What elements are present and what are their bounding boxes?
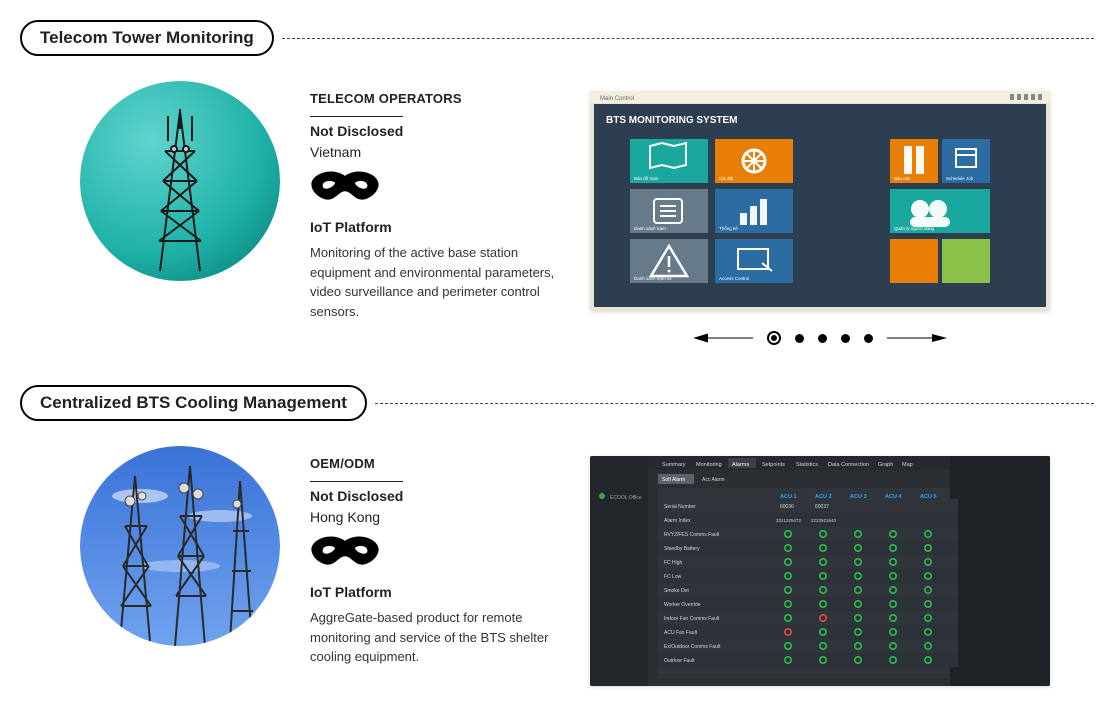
text-col-1: TELECOM OPERATORS Not Disclosed Vietnam … <box>310 81 560 321</box>
shot1-title: BTS MONITORING SYSTEM <box>606 115 738 126</box>
svg-text:ACU Fan Fault: ACU Fan Fault <box>664 630 698 636</box>
screenshot-1[interactable]: Main Control BTS MONITORING SYSTEM <box>590 91 1050 311</box>
svg-text:Summary: Summary <box>662 462 686 468</box>
platform-title-2: IoT Platform <box>310 584 560 600</box>
arrow-right-icon <box>887 333 947 343</box>
svg-text:60037: 60037 <box>815 504 829 510</box>
svg-text:Data Connection: Data Connection <box>828 462 869 468</box>
svg-text:Map: Map <box>902 462 913 468</box>
svg-text:Cài đặt: Cài đặt <box>719 176 734 181</box>
carousel-dot-4[interactable] <box>841 334 850 343</box>
svg-text:FC Low: FC Low <box>664 574 682 580</box>
svg-text:Indoor Fan Comms Fault: Indoor Fan Comms Fault <box>664 616 720 622</box>
section-header-2: Centralized BTS Cooling Management <box>20 385 1094 421</box>
section-title-1: Telecom Tower Monitoring <box>20 20 274 56</box>
description-2: AggreGate-based product for remote monit… <box>310 608 560 667</box>
carousel-dot-1[interactable] <box>767 331 781 345</box>
mask-icon-2 <box>310 535 560 572</box>
case-row-2: OEM/ODM Not Disclosed Hong Kong IoT Plat… <box>20 446 1094 716</box>
case-row-1: TELECOM OPERATORS Not Disclosed Vietnam … <box>20 81 1094 375</box>
svg-text:Access Control: Access Control <box>719 276 749 281</box>
svg-text:Bản đồ trạm: Bản đồ trạm <box>634 176 659 181</box>
section-title-2: Centralized BTS Cooling Management <box>20 385 367 421</box>
platform-title-1: IoT Platform <box>310 219 560 235</box>
svg-text:3221225472: 3221225472 <box>776 518 802 523</box>
client-name-2: Not Disclosed <box>310 481 403 504</box>
svg-text:Acc Alarm: Acc Alarm <box>702 477 725 483</box>
client-name-1: Not Disclosed <box>310 116 403 139</box>
carousel-dot-2[interactable] <box>795 334 804 343</box>
svg-text:Worker Override: Worker Override <box>664 602 701 608</box>
screenshot-2[interactable]: ECOOL Office Summary Monitoring Alarms S… <box>590 456 1050 686</box>
client-country-2: Hong Kong <box>310 509 560 525</box>
svg-text:Soft Alarm: Soft Alarm <box>662 477 685 483</box>
category-1: TELECOM OPERATORS <box>310 91 560 106</box>
svg-text:Monitoring: Monitoring <box>696 462 722 468</box>
description-1: Monitoring of the active base station eq… <box>310 243 560 321</box>
client-country-1: Vietnam <box>310 144 560 160</box>
svg-text:Alarms: Alarms <box>732 462 749 468</box>
svg-text:2223521640: 2223521640 <box>811 518 837 523</box>
svg-text:Statistics: Statistics <box>796 462 818 468</box>
svg-text:Thống kê: Thống kê <box>719 226 738 231</box>
svg-text:Outdoor Fault: Outdoor Fault <box>664 658 695 664</box>
svg-text:FC High: FC High <box>664 560 683 566</box>
svg-text:Standby Battery: Standby Battery <box>664 546 700 552</box>
arrow-left-icon <box>693 333 753 343</box>
mask-icon-1 <box>310 170 560 207</box>
svg-text:60036: 60036 <box>780 504 794 510</box>
carousel-dot-3[interactable] <box>818 334 827 343</box>
svg-text:Graph: Graph <box>878 462 893 468</box>
category-2: OEM/ODM <box>310 456 560 471</box>
carousel-1 <box>590 331 1050 345</box>
svg-text:ECOOL Office: ECOOL Office <box>610 495 642 501</box>
svg-text:Smoke Det: Smoke Det <box>664 588 689 594</box>
text-col-2: OEM/ODM Not Disclosed Hong Kong IoT Plat… <box>310 446 560 667</box>
svg-text:Setpoints: Setpoints <box>762 462 785 468</box>
svg-text:Alarm Index: Alarm Index <box>664 518 691 524</box>
case-image-2 <box>80 446 280 646</box>
svg-text:Quản lý người dùng: Quản lý người dùng <box>894 226 934 231</box>
svg-text:RVY2/FES Comms Fault: RVY2/FES Comms Fault <box>664 532 720 538</box>
shot-col-1: Main Control BTS MONITORING SYSTEM <box>590 81 1054 345</box>
svg-text:Ex/Outdoor Comms Fault: Ex/Outdoor Comms Fault <box>664 644 721 650</box>
svg-text:Danh sách trạm lỗi: Danh sách trạm lỗi <box>634 275 672 281</box>
svg-text:Main Control: Main Control <box>600 96 634 102</box>
svg-text:Báo cáo: Báo cáo <box>894 176 911 181</box>
carousel-dot-5[interactable] <box>864 334 873 343</box>
svg-text:Schedule Job: Schedule Job <box>946 176 974 181</box>
section-header-1: Telecom Tower Monitoring <box>20 20 1094 56</box>
svg-text:Danh sách trạm: Danh sách trạm <box>634 226 666 231</box>
shot-col-2: ECOOL Office Summary Monitoring Alarms S… <box>590 446 1054 686</box>
section-line <box>282 38 1094 39</box>
case-image-1 <box>80 81 280 281</box>
svg-text:Serial Number: Serial Number <box>664 504 696 510</box>
section-line <box>375 403 1094 404</box>
